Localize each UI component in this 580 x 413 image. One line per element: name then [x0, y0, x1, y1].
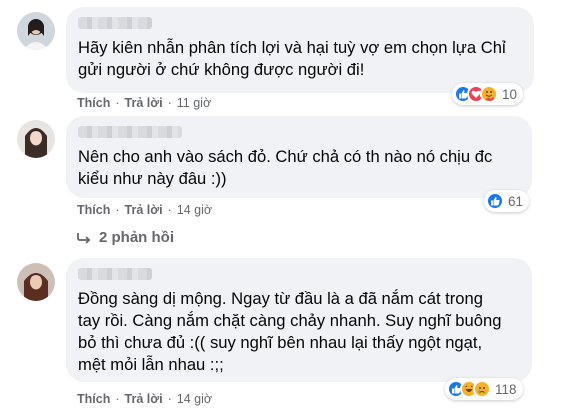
comment-timestamp[interactable]: 11 giờ: [177, 96, 211, 110]
comment-text: Đồng sàng dị mộng. Ngay từ đầu là a đã n…: [78, 289, 502, 374]
comment-bubble: Nên cho anh vào sách đỏ. Chứ chả có th n…: [66, 116, 532, 198]
comment-actions: Thích · Trả lời · 14 giờ: [77, 392, 213, 406]
avatar[interactable]: [17, 263, 55, 301]
avatar[interactable]: [17, 12, 55, 50]
like-icon: [486, 192, 504, 210]
commenter-name[interactable]: [78, 126, 182, 138]
comment-bubble: Đồng sàng dị mộng. Ngay từ đầu là a đã n…: [66, 258, 532, 382]
commenter-name[interactable]: [78, 268, 152, 280]
reactions-summary[interactable]: 61: [484, 190, 530, 212]
reaction-count: 10: [502, 86, 518, 102]
comment-text: Hãy kiên nhẫn phân tích lợi và hại tuỳ v…: [78, 38, 506, 79]
replies-label: 2 phản hồi: [99, 229, 174, 246]
reply-button[interactable]: Trả lời: [125, 203, 163, 217]
commenter-name[interactable]: [78, 17, 152, 29]
reply-button[interactable]: Trả lời: [125, 392, 163, 406]
reactions-summary[interactable]: 10: [452, 83, 524, 105]
like-button[interactable]: Thích: [77, 392, 110, 406]
comment-actions: Thích · Trả lời · 11 giờ: [77, 96, 212, 110]
reactions-summary[interactable]: 118: [445, 378, 523, 400]
reaction-count: 61: [508, 193, 524, 209]
comment-timestamp[interactable]: 14 giờ: [177, 203, 212, 217]
care-icon: [480, 85, 498, 103]
comment-timestamp[interactable]: 14 giờ: [177, 392, 212, 406]
view-replies-button[interactable]: 2 phản hồi: [77, 229, 174, 246]
avatar[interactable]: [17, 120, 55, 158]
sad-icon: [473, 380, 491, 398]
reaction-count: 118: [495, 381, 517, 397]
like-button[interactable]: Thích: [77, 96, 110, 110]
reply-arrow-icon: [77, 232, 91, 244]
reply-button[interactable]: Trả lời: [125, 96, 163, 110]
comment-text: Nên cho anh vào sách đỏ. Chứ chả có th n…: [78, 147, 493, 188]
comment-actions: Thích · Trả lời · 14 giờ: [77, 203, 213, 217]
like-button[interactable]: Thích: [77, 203, 110, 217]
comment-bubble: Hãy kiên nhẫn phân tích lợi và hại tuỳ v…: [66, 7, 534, 93]
